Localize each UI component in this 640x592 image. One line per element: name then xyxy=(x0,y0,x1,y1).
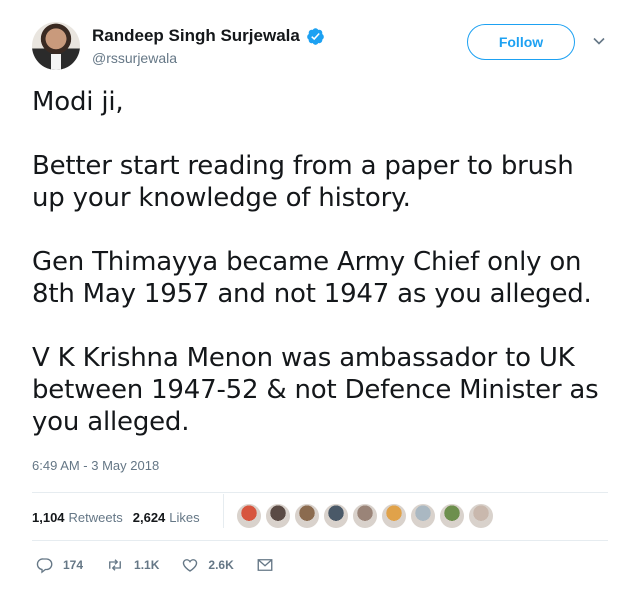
envelope-icon xyxy=(257,559,273,571)
verified-badge-icon xyxy=(307,27,324,45)
tweet-header: Randeep Singh Surjewala @rssurjewala Fol… xyxy=(32,22,612,78)
liker-avatar[interactable] xyxy=(352,503,378,529)
reply-icon xyxy=(36,558,53,574)
chevron-down-icon[interactable] xyxy=(592,34,606,48)
retweet-count: 1.1K xyxy=(134,558,160,572)
liker-avatar[interactable] xyxy=(410,503,436,529)
stats-top-divider xyxy=(32,492,608,493)
liker-avatar[interactable] xyxy=(439,503,465,529)
retweet-action[interactable]: 1.1K xyxy=(105,556,159,574)
likers-avatars xyxy=(236,503,497,529)
stats-bottom-divider xyxy=(32,540,608,541)
avatar[interactable] xyxy=(32,22,80,70)
author-name-row: Randeep Singh Surjewala xyxy=(92,26,325,46)
retweet-icon xyxy=(109,559,121,571)
tweet-paragraph: Modi ji, xyxy=(32,87,124,117)
liker-avatar[interactable] xyxy=(381,503,407,529)
tweet-actions: 174 1.1K 2.6K xyxy=(36,556,305,574)
message-action[interactable] xyxy=(256,556,283,574)
liker-avatar[interactable] xyxy=(468,503,494,529)
stats-separator xyxy=(223,494,224,528)
follow-button[interactable]: Follow xyxy=(467,24,575,60)
reply-count: 174 xyxy=(63,558,84,572)
liker-avatar[interactable] xyxy=(323,503,349,529)
tweet-timestamp[interactable]: 6:49 AM - 3 May 2018 xyxy=(32,458,159,473)
tweet-text: Modi ji, Better start reading from a pap… xyxy=(32,86,612,438)
tweet-paragraph: Gen Thimayya became Army Chief only on 8… xyxy=(32,247,592,309)
retweets-label[interactable]: Retweets xyxy=(69,510,123,525)
heart-icon xyxy=(183,559,198,572)
reply-action[interactable]: 174 xyxy=(36,556,83,574)
author-handle[interactable]: @rssurjewala xyxy=(92,50,177,66)
tweet-stats: 1,104 Retweets 2,624 Likes xyxy=(32,500,210,534)
liker-avatar[interactable] xyxy=(265,503,291,529)
likes-label[interactable]: Likes xyxy=(169,510,199,525)
liker-avatar[interactable] xyxy=(236,503,262,529)
like-count: 2.6K xyxy=(208,558,234,572)
liker-avatar[interactable] xyxy=(294,503,320,529)
tweet-paragraph: Better start reading from a paper to bru… xyxy=(32,151,574,213)
author-display-name[interactable]: Randeep Singh Surjewala xyxy=(92,26,300,46)
tweet-paragraph: V K Krishna Menon was ambassador to UK b… xyxy=(32,343,599,437)
avatar-shirt xyxy=(51,54,61,70)
retweets-count[interactable]: 1,104 xyxy=(32,510,65,525)
like-action[interactable]: 2.6K xyxy=(181,556,234,574)
likes-count[interactable]: 2,624 xyxy=(133,510,166,525)
